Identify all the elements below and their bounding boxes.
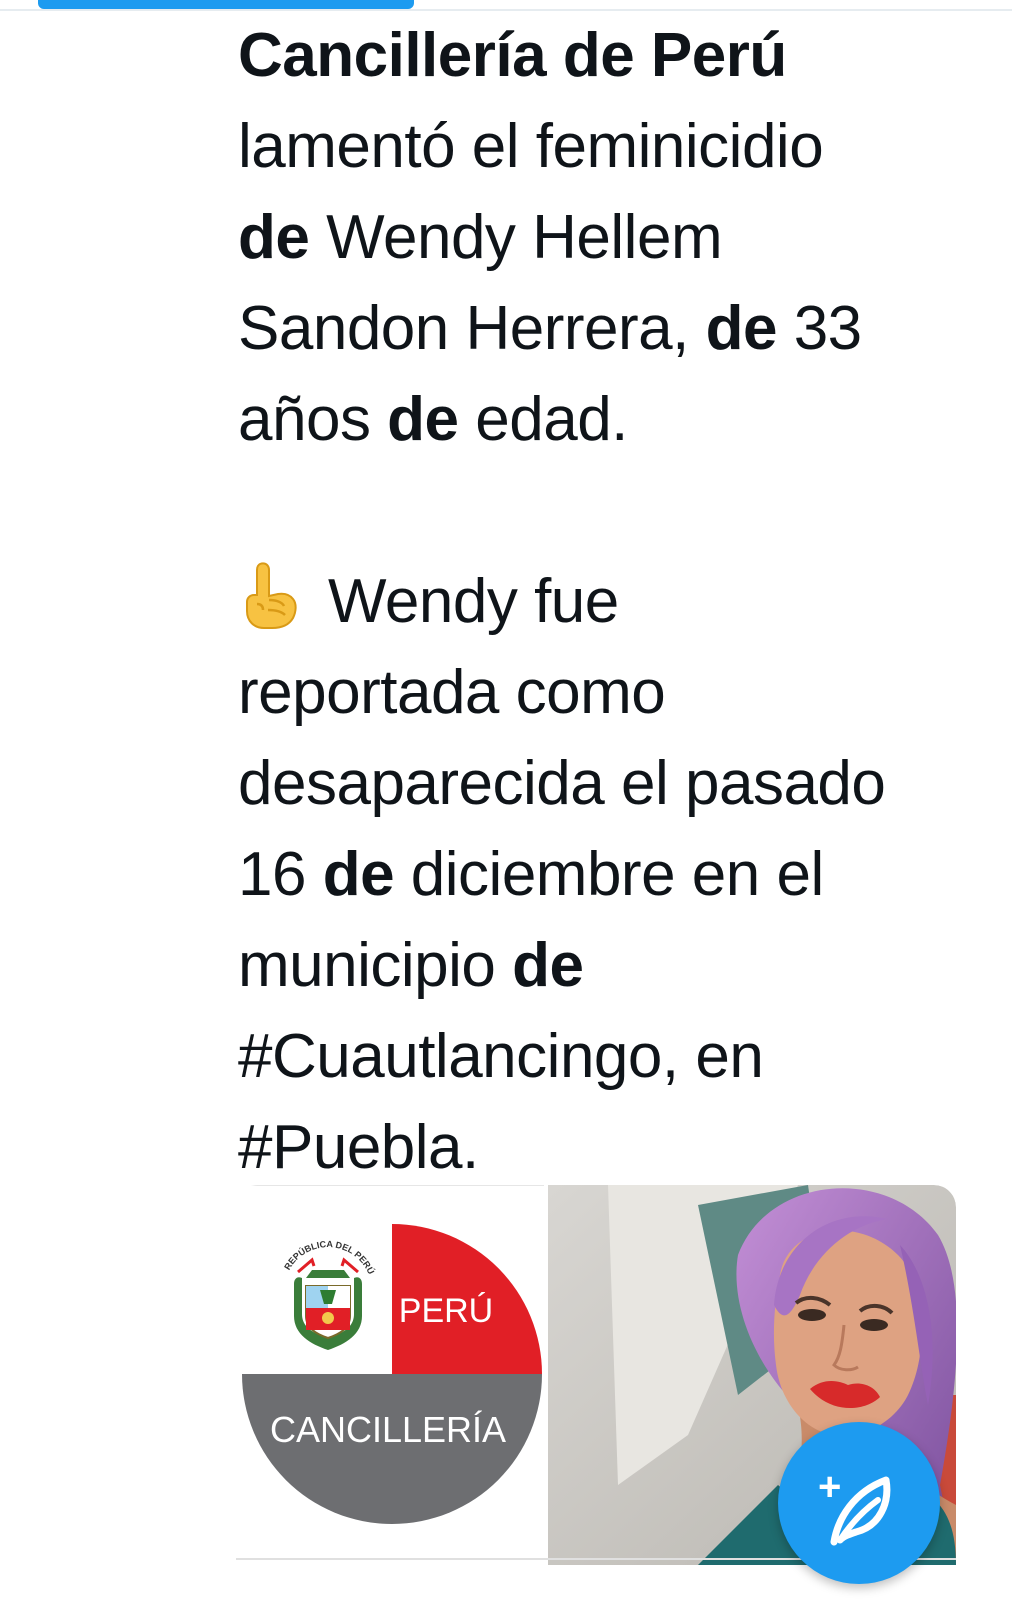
bold-text: de bbox=[512, 931, 584, 1000]
loading-progress-bar bbox=[38, 0, 414, 9]
tweet-line: 16 de diciembre en el bbox=[238, 829, 978, 920]
bold-text: de bbox=[705, 294, 778, 363]
tweet-line: reportada como bbox=[238, 647, 978, 738]
tweet-line: #Puebla. bbox=[238, 1102, 978, 1193]
cancilleria-logo: REPÚBLICA DEL PERÚ PERÚ CANCILLERÍA bbox=[242, 1224, 542, 1524]
tweet-line: lamentó el feminicidio bbox=[238, 101, 978, 192]
tweet-line: años de edad. bbox=[238, 374, 978, 465]
media-cancilleria-logo[interactable]: REPÚBLICA DEL PERÚ PERÚ CANCILLERÍA bbox=[236, 1185, 544, 1565]
text-segment: lamentó el feminicidio bbox=[238, 112, 824, 181]
text-segment: Sandon Herrera, bbox=[238, 294, 706, 363]
bold-text: de bbox=[387, 385, 459, 454]
text-segment: #Puebla. bbox=[238, 1113, 479, 1182]
bold-text: Cancillería de Perú bbox=[238, 21, 787, 90]
peru-coat-of-arms-icon bbox=[294, 1257, 362, 1350]
tweet-line: Wendy fue bbox=[238, 556, 978, 647]
text-segment: reportada como bbox=[238, 658, 666, 727]
text-segment: edad. bbox=[458, 385, 628, 454]
tweet-line: #Cuautlancingo, en bbox=[238, 1011, 978, 1102]
tweet-line: Sandon Herrera, de 33 bbox=[238, 283, 978, 374]
index-pointing-up-icon bbox=[246, 562, 297, 629]
tweet-line: Cancillería de Perú bbox=[238, 10, 978, 101]
tweet-line: de Wendy Hellem bbox=[238, 192, 978, 283]
plus-icon: + bbox=[818, 1465, 841, 1509]
tweet-line: desaparecida el pasado bbox=[238, 738, 978, 829]
tweet-line: municipio de bbox=[238, 920, 978, 1011]
text-segment: Wendy Hellem bbox=[309, 203, 723, 272]
bold-text: de bbox=[322, 840, 395, 909]
tweet-paragraph-1: Cancillería de Perú lamentó el feminicidi… bbox=[238, 10, 978, 465]
emoji-line-text: Wendy fue bbox=[328, 567, 619, 636]
text-segment: #Cuautlancingo, en bbox=[238, 1022, 764, 1091]
logo-peru-label: PERÚ bbox=[399, 1292, 493, 1330]
logo-cancilleria-label: CANCILLERÍA bbox=[270, 1409, 506, 1450]
text-segment: 16 bbox=[238, 840, 323, 909]
compose-tweet-button[interactable]: + bbox=[778, 1422, 940, 1584]
compose-feather-icon: + bbox=[818, 1465, 891, 1546]
tweet-text: Cancillería de Perú lamentó el feminicidi… bbox=[238, 10, 978, 1193]
text-segment: municipio bbox=[238, 931, 513, 1000]
text-segment: desaparecida el pasado bbox=[238, 749, 886, 818]
tweet-paragraph-2: reportada como desaparecida el pasado 16 d… bbox=[238, 647, 978, 1193]
text-segment: 33 bbox=[776, 294, 862, 363]
bold-text: de bbox=[238, 203, 310, 272]
text-segment: años bbox=[238, 385, 388, 454]
text-segment: diciembre en el bbox=[394, 840, 824, 909]
